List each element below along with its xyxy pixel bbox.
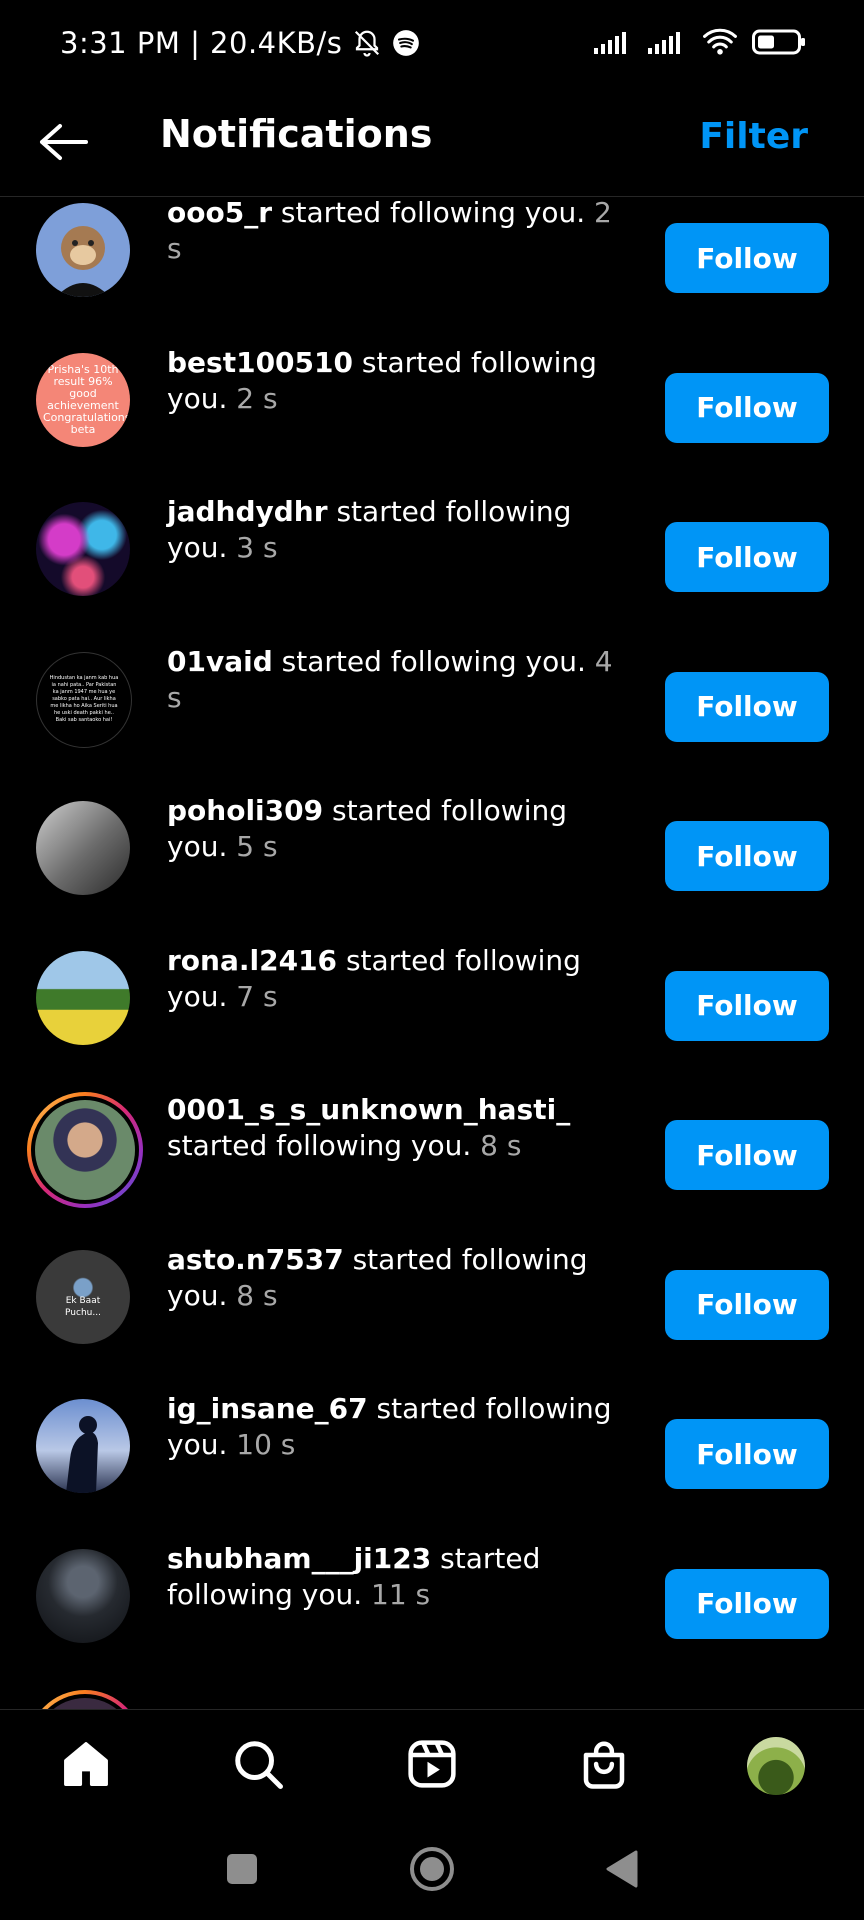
back-triangle-icon [604,1849,640,1893]
filter-button[interactable]: Filter [699,116,808,157]
avatar[interactable] [27,1690,143,1709]
list-item[interactable]: poholi309 started following you. 5 s Fol… [0,794,864,949]
notification-text: 0001_s_s_unknown_hasti_ started followin… [167,1092,617,1164]
nav-profile[interactable] [744,1734,808,1798]
page-title: Notifications [160,112,433,156]
follow-button[interactable]: Follow [665,821,829,891]
profile-avatar [747,1737,805,1795]
follow-button[interactable]: Follow [665,522,829,592]
list-item[interactable]: shubham___ji123 started following you. 1… [0,1542,864,1697]
status-time: 3:31 PM | 20.4KB/s [60,26,343,60]
list-item[interactable] [0,1690,864,1709]
follow-button[interactable]: Follow [665,671,829,742]
avatar[interactable]: Prisha's 10th result 96% good achievemen… [36,352,130,447]
notification-text: best100510 started following you. 2 s [167,345,617,417]
nav-home[interactable] [54,1734,118,1798]
system-home-button[interactable] [402,1841,462,1901]
list-item[interactable]: rona.l2416 started following you. 7 s Fo… [0,944,864,1099]
avatar[interactable] [36,950,130,1045]
notification-text: asto.n7537 started following you. 8 s [167,1242,617,1314]
timestamp: 10 s [227,1428,296,1461]
username[interactable]: ooo5_r [167,197,272,229]
username[interactable]: ig_insane_67 [167,1392,368,1425]
shop-icon [577,1737,631,1795]
notification-text: shubham___ji123 started following you. 1… [167,1541,617,1613]
timestamp: 7 s [227,979,278,1013]
notification-action: started following you. [272,644,586,678]
list-item[interactable]: ooo5_r started following you. 2 s Follow [0,197,864,351]
notification-text: ig_insane_67 started following you. 10 s [167,1391,617,1463]
list-item[interactable]: Hindustan ka janm kab hua ia nahi pata..… [0,645,864,800]
back-button[interactable] [32,114,92,174]
avatar[interactable]: Ek Baat Puchu... [36,1249,130,1344]
notification-text: ooo5_r started following you. 2 s [167,197,617,267]
timestamp: 11 s [362,1577,431,1611]
home-circle-icon [408,1845,456,1897]
signal-icon [648,30,688,58]
wifi-icon [702,28,738,60]
follow-button[interactable]: Follow [665,1568,829,1639]
timestamp: 3 s [227,531,278,564]
timestamp: 2 s [227,381,278,415]
follow-button[interactable]: Follow [665,223,829,293]
nav-reels[interactable] [400,1734,464,1798]
list-item[interactable]: ig_insane_67 started following you. 10 s… [0,1392,864,1547]
notification-text: rona.l2416 started following you. 7 s [167,943,617,1015]
list-item[interactable]: jadhdydhr started following you. 3 s Fol… [0,495,864,650]
battery-icon [752,28,806,60]
search-icon [231,1737,285,1795]
follow-button[interactable]: Follow [665,372,829,443]
avatar[interactable]: Hindustan ka janm kab hua ia nahi pata..… [36,651,132,748]
signal-icon [594,30,634,58]
timestamp: 8 s [227,1278,278,1312]
follow-button[interactable]: Follow [665,1269,829,1340]
list-item[interactable]: 0001_s_s_unknown_hasti_ started followin… [0,1093,864,1248]
username[interactable]: rona.l2416 [167,944,337,977]
timestamp: 8 s [471,1129,522,1162]
nav-search[interactable] [226,1734,290,1798]
avatar-caption: Hindustan ka janm kab hua ia nahi pata..… [49,675,119,723]
username[interactable]: jadhdydhr [167,495,328,528]
list-item[interactable]: Ek Baat Puchu... asto.n7537 started foll… [0,1243,864,1398]
notification-text: 01vaid started following you. 4 s [167,644,617,716]
follow-button[interactable]: Follow [665,1120,829,1190]
follow-button[interactable]: Follow [665,970,829,1041]
timestamp: 5 s [227,830,278,863]
home-icon [59,1737,113,1795]
username[interactable]: shubham___ji123 [167,1542,431,1575]
avatar[interactable] [36,1399,130,1493]
notification-action: started following you. [167,1129,472,1162]
username[interactable]: poholi309 [167,794,323,827]
avatar[interactable] [27,1092,143,1208]
mute-bell-icon [352,28,382,58]
list-item[interactable]: Prisha's 10th result 96% good achievemen… [0,346,864,501]
notifications-list[interactable]: ooo5_r started following you. 2 s Follow… [0,197,864,1709]
system-nav [0,1821,864,1920]
nav-shop[interactable] [572,1734,636,1798]
username[interactable]: 01vaid [167,645,273,678]
notification-text: jadhdydhr started following you. 3 s [167,494,617,566]
avatar[interactable] [36,801,130,895]
status-bar: 3:31 PM | 20.4KB/s [0,0,864,96]
avatar-caption: Ek Baat Puchu... [65,1295,101,1318]
arrow-left-icon [36,122,88,166]
username[interactable]: 0001_s_s_unknown_hasti_ [167,1093,570,1126]
notification-text: poholi309 started following you. 5 s [167,793,617,865]
avatar-caption: Prisha's 10th result 96% good achievemen… [43,362,130,436]
username[interactable]: asto.n7537 [167,1243,344,1276]
avatar[interactable] [36,203,130,297]
notification-action: started following you. [272,197,586,229]
system-back-button[interactable] [592,1841,652,1901]
reels-icon [405,1737,459,1795]
follow-button[interactable]: Follow [665,1419,829,1489]
spotify-icon [392,29,420,57]
bottom-nav [0,1709,864,1822]
recents-square-icon [225,1852,259,1890]
recents-button[interactable] [212,1841,272,1901]
avatar[interactable] [36,1548,130,1643]
avatar[interactable] [36,502,130,596]
username[interactable]: best100510 [167,346,353,379]
header: Notifications Filter [0,96,864,197]
